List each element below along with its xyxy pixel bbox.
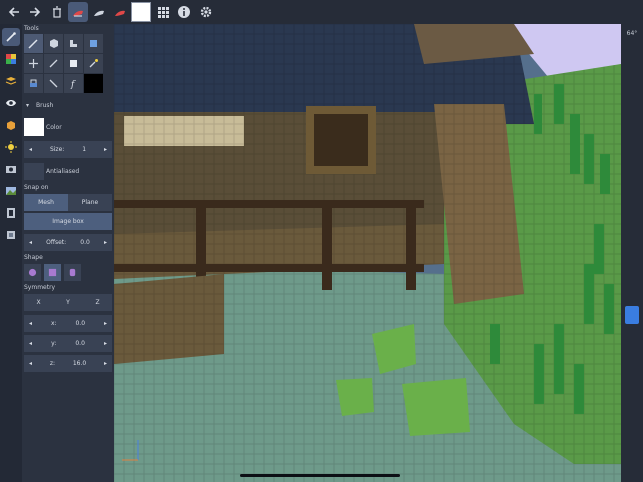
y-label: y:: [51, 340, 57, 347]
symmetry-x-stepper[interactable]: ◂ x: 0.0 ▸: [24, 315, 112, 332]
box-tool-icon[interactable]: [44, 34, 63, 53]
image-icon[interactable]: [2, 182, 20, 200]
tool-panel: Tools f ▾ Brush Color ◂ Size: 1 ▸ Antial…: [22, 24, 114, 482]
symmetry-x-button[interactable]: X: [24, 294, 53, 311]
eye-icon[interactable]: [2, 94, 20, 112]
magic-wand-icon[interactable]: [84, 54, 103, 73]
cylinder-shape-icon[interactable]: [64, 264, 81, 281]
y-increment-button[interactable]: ▸: [104, 340, 107, 347]
fov-slider-handle[interactable]: [625, 306, 639, 324]
rectangle-tool-icon[interactable]: [64, 54, 83, 73]
size-value: 1: [82, 146, 87, 153]
symmetry-z-button[interactable]: Z: [83, 294, 112, 311]
offset-increment-button[interactable]: ▸: [104, 239, 107, 246]
brush-heading: Brush: [36, 102, 54, 109]
eraser-mode-icon[interactable]: [89, 2, 109, 22]
z-value: 16.0: [72, 360, 87, 367]
info-icon[interactable]: [174, 2, 194, 22]
image-box-button[interactable]: Image box: [24, 213, 112, 230]
current-color-swatch[interactable]: [131, 2, 151, 22]
railing-top: [114, 200, 424, 208]
railing-bottom: [114, 264, 424, 272]
app-window: Tools f ▾ Brush Color ◂ Size: 1 ▸ Antial…: [0, 0, 643, 482]
film-icon[interactable]: [2, 204, 20, 222]
antialiased-checkbox[interactable]: [24, 163, 44, 180]
y-value: 0.0: [75, 340, 85, 347]
offset-value: 0.0: [80, 239, 90, 246]
export-icon[interactable]: [2, 226, 20, 244]
size-increment-button[interactable]: ▸: [104, 146, 107, 153]
x-decrement-button[interactable]: ◂: [29, 320, 32, 327]
black-color-swatch[interactable]: [84, 74, 103, 93]
cube-shape-icon[interactable]: [44, 264, 61, 281]
brush-section-chevron-icon[interactable]: ▾: [26, 102, 29, 109]
diagonal-line-icon[interactable]: [44, 74, 63, 93]
trash-icon[interactable]: [47, 2, 67, 22]
z-label: z:: [49, 360, 55, 367]
svg-text:f: f: [70, 80, 76, 89]
snap-mesh-button[interactable]: Mesh: [24, 194, 68, 211]
voxel-viewport[interactable]: [114, 24, 621, 482]
snap-heading: Snap on: [24, 184, 49, 191]
forward-arrow-icon[interactable]: [25, 2, 45, 22]
symmetry-y-button[interactable]: Y: [53, 294, 83, 311]
brush-tool-icon[interactable]: [2, 28, 20, 46]
cube-material-icon[interactable]: [2, 116, 20, 134]
snap-plane-button[interactable]: Plane: [68, 194, 112, 211]
shape-heading: Shape: [24, 254, 43, 261]
mode-icon-strip: [0, 24, 22, 482]
grid-icon[interactable]: [153, 2, 173, 22]
back-arrow-icon[interactable]: [4, 2, 24, 22]
x-increment-button[interactable]: ▸: [104, 320, 107, 327]
function-tool-icon[interactable]: f: [64, 74, 83, 93]
line-tool-icon[interactable]: [44, 54, 63, 73]
home-indicator: [240, 474, 400, 477]
color-label: Color: [46, 124, 62, 131]
size-stepper[interactable]: ◂ Size: 1 ▸: [24, 141, 112, 158]
lily-pad: [336, 378, 374, 416]
sphere-shape-icon[interactable]: [24, 264, 41, 281]
brush-color-swatch[interactable]: [24, 118, 44, 136]
top-toolbar: [0, 0, 643, 24]
sun-light-icon[interactable]: [2, 138, 20, 156]
symmetry-heading: Symmetry: [24, 284, 56, 291]
layers-icon[interactable]: [2, 72, 20, 90]
x-value: 0.0: [75, 320, 86, 327]
z-decrement-button[interactable]: ◂: [29, 360, 32, 367]
symmetry-y-stepper[interactable]: ◂ y: 0.0 ▸: [24, 335, 112, 352]
camera-icon[interactable]: [2, 160, 20, 178]
voxel-scene: [114, 24, 621, 482]
size-label: Size:: [49, 146, 65, 153]
symmetry-z-stepper[interactable]: ◂ z: 16.0 ▸: [24, 355, 112, 372]
paint-mode-icon[interactable]: [110, 2, 130, 22]
face-tool-icon[interactable]: [84, 34, 103, 53]
offset-stepper[interactable]: ◂ Offset: 0.0 ▸: [24, 234, 112, 251]
fov-readout: 64°: [626, 30, 638, 37]
pencil-tool-icon[interactable]: [24, 34, 43, 53]
gear-icon[interactable]: [196, 2, 216, 22]
tools-heading: Tools: [24, 25, 39, 32]
size-decrement-button[interactable]: ◂: [29, 146, 32, 153]
x-label: x:: [50, 320, 57, 327]
extrude-tool-icon[interactable]: [64, 34, 83, 53]
paint-brush-mode-icon[interactable]: [68, 2, 88, 22]
fill-tool-icon[interactable]: [24, 74, 43, 93]
z-increment-button[interactable]: ▸: [104, 360, 107, 367]
lily-pad: [402, 378, 470, 436]
y-decrement-button[interactable]: ◂: [29, 340, 32, 347]
palette-icon[interactable]: [2, 50, 20, 68]
offset-label: Offset:: [46, 239, 67, 246]
camera-fov-strip: 64°: [621, 24, 643, 482]
move-tool-icon[interactable]: [24, 54, 43, 73]
antialiased-label: Antialiased: [46, 168, 80, 175]
offset-decrement-button[interactable]: ◂: [29, 239, 32, 246]
